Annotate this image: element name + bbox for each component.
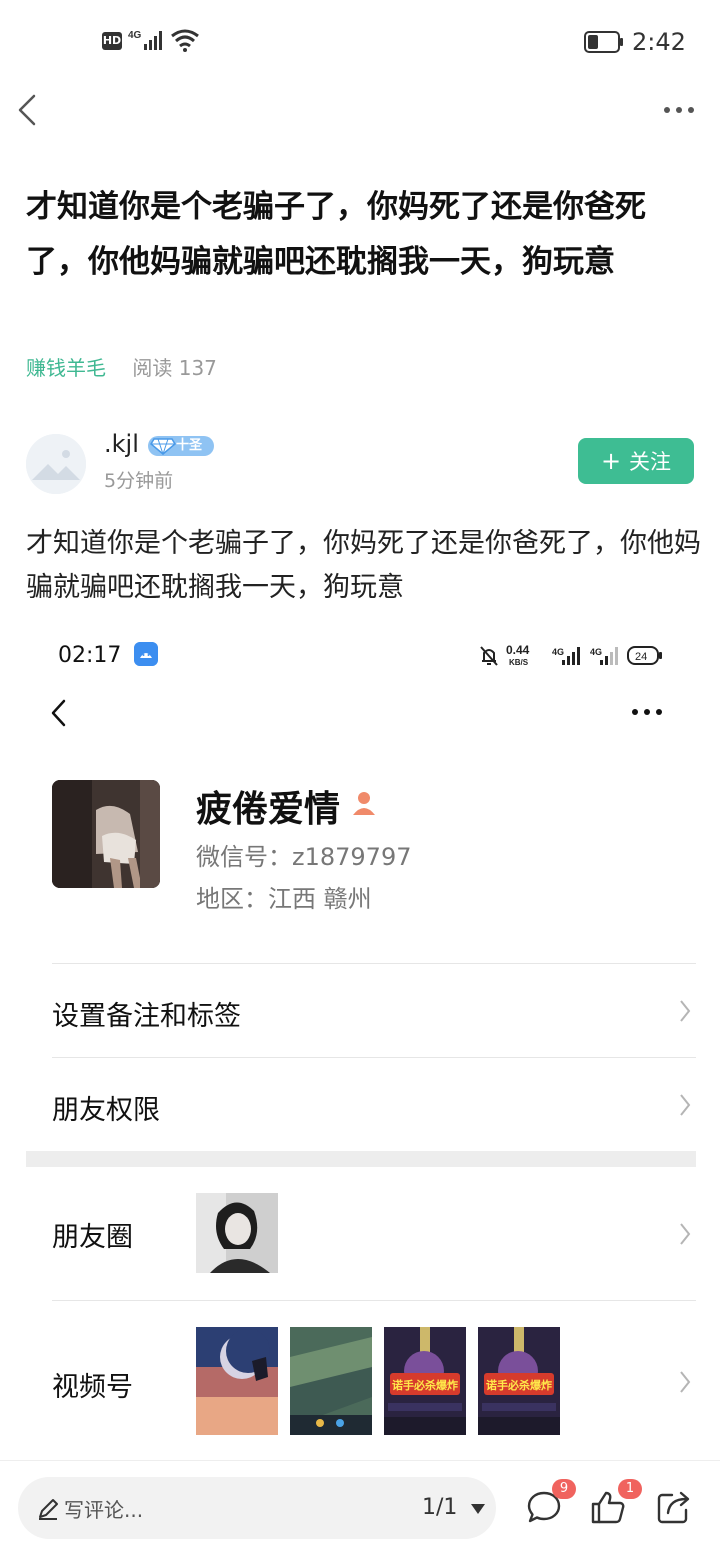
caret-down-icon[interactable] (470, 1503, 486, 1515)
profile-name: 疲倦爱情 (196, 789, 341, 830)
category-tag[interactable]: 赚钱羊毛 (26, 356, 106, 380)
svg-text:诺手必杀爆炸: 诺手必杀爆炸 (392, 1378, 458, 1392)
region: 地区：江西 赣州 (196, 885, 372, 913)
like-count-badge: 1 (618, 1479, 642, 1499)
hd-icon: HD (102, 32, 122, 50)
follow-label: 关注 (629, 450, 672, 474)
moments-row: 朋友圈 (52, 1167, 696, 1300)
screenshot-more-icon (632, 709, 662, 715)
battery-icon (584, 31, 623, 53)
level-badge: 十圣 (148, 436, 214, 456)
permissions-label: 朋友权限 (52, 1095, 160, 1126)
wechat-id: 微信号：z1879797 (196, 843, 412, 871)
wifi-icon (171, 29, 199, 52)
clock: 2:42 (632, 28, 686, 56)
avatar[interactable] (26, 434, 86, 494)
author-name[interactable]: .kjl (104, 430, 139, 458)
chevron-right-icon (680, 1000, 691, 1022)
badge-label: 十圣 (176, 438, 203, 453)
more-icon[interactable] (662, 100, 696, 120)
section-divider (26, 1151, 696, 1167)
screenshot-back-icon (51, 699, 66, 727)
screenshot-status-icons: 0.44 KB/S 4G 4G 24 (480, 643, 662, 667)
channel-thumbnail (196, 1327, 278, 1435)
channel-thumbnail: 诺手必杀爆炸 (478, 1327, 560, 1435)
comment-count-badge: 9 (552, 1479, 576, 1499)
svg-text:0.44: 0.44 (506, 643, 530, 657)
remark-row: 设置备注和标签 (52, 963, 696, 1057)
follow-button[interactable]: + 关注 (578, 438, 694, 484)
post-body: 才知道你是个老骗子了，你妈死了还是你爸死了，你他妈骗就骗吧还耽搁我一天，狗玩意 (26, 528, 701, 603)
channel-thumbnail: 诺手必杀爆炸 (384, 1327, 466, 1435)
svg-text:诺手必杀爆炸: 诺手必杀爆炸 (486, 1378, 552, 1392)
post-time: 5分钟前 (104, 470, 174, 492)
back-icon[interactable] (14, 92, 44, 128)
read-count: 阅读 137 (132, 356, 217, 380)
pencil-icon (39, 1499, 58, 1520)
svg-text:4G: 4G (128, 30, 142, 41)
page-indicator[interactable]: 1/1 (422, 1495, 457, 1520)
channels-row: 视频号 诺手必杀爆炸 诺手必杀爆炸 (52, 1300, 696, 1460)
bottom-bar: 写评论... 1/1 9 1 (0, 1460, 720, 1560)
plus-icon: + (600, 447, 622, 475)
app-notification-icon (134, 642, 158, 666)
channel-thumbnail (290, 1327, 372, 1435)
post-image[interactable]: 02:17 0.44 KB/S 4G 4G 24 疲倦爱情 微信号：z18797… (26, 625, 696, 1460)
svg-text:4G: 4G (552, 647, 564, 657)
svg-text:24: 24 (635, 651, 647, 663)
screenshot-time: 02:17 (58, 643, 122, 668)
svg-text:KB/S: KB/S (509, 658, 529, 667)
diamond-icon (150, 438, 176, 455)
post-title: 才知道你是个老骗子了，你妈死了还是你爸死了，你他妈骗就骗吧还耽搁我一天，狗玩意 (26, 189, 646, 280)
svg-text:4G: 4G (590, 647, 602, 657)
post-meta: 赚钱羊毛 阅读 137 (26, 352, 217, 381)
permissions-row: 朋友权限 (52, 1057, 696, 1151)
share-icon[interactable] (656, 1489, 692, 1525)
image-placeholder-icon (26, 434, 86, 494)
profile-avatar (52, 780, 160, 888)
comment-placeholder: 写评论... (64, 1498, 144, 1522)
user-icon (353, 792, 375, 815)
comment-input[interactable]: 写评论... 1/1 (18, 1477, 496, 1539)
moments-label: 朋友圈 (52, 1222, 133, 1253)
remark-label: 设置备注和标签 (52, 1001, 241, 1032)
status-bar: HD 4G 2:42 (0, 0, 720, 84)
chevron-right-icon (680, 1094, 691, 1116)
signal-icon: 4G (128, 30, 162, 50)
chevron-right-icon (680, 1223, 691, 1245)
channels-label: 视频号 (52, 1372, 133, 1403)
moments-thumbnail (196, 1193, 278, 1273)
chevron-right-icon (680, 1371, 691, 1393)
